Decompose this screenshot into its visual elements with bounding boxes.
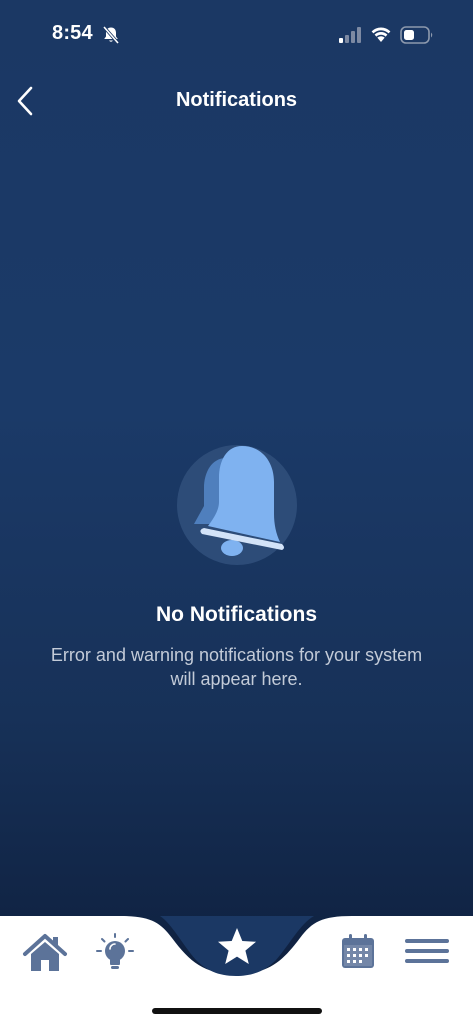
status-time: 8:54 xyxy=(52,22,93,44)
calendar-icon xyxy=(342,934,374,968)
empty-state-title: No Notifications xyxy=(156,603,317,626)
nav-home-button[interactable] xyxy=(22,932,68,974)
wifi-icon xyxy=(371,27,391,42)
home-icon xyxy=(23,934,67,971)
nav-menu-button[interactable] xyxy=(403,936,451,966)
hamburger-menu-icon xyxy=(405,939,449,963)
status-bar: 8:54 xyxy=(0,0,473,70)
nav-favorites-button[interactable] xyxy=(214,924,260,970)
mute-icon xyxy=(102,25,120,45)
notifications-screen: 8:54 Notifications No Notifications Erro… xyxy=(0,0,473,1024)
page-title: Notifications xyxy=(175,89,298,111)
star-icon xyxy=(218,928,256,964)
battery-icon xyxy=(400,26,433,44)
nav-schedule-button[interactable] xyxy=(338,932,378,972)
empty-state-message: Error and warning notifications for your… xyxy=(50,645,423,689)
home-indicator xyxy=(152,1008,322,1014)
cellular-signal-icon xyxy=(339,27,361,43)
bell-icon xyxy=(177,445,297,565)
lightbulb-icon xyxy=(96,933,134,969)
nav-insights-button[interactable] xyxy=(94,932,136,974)
